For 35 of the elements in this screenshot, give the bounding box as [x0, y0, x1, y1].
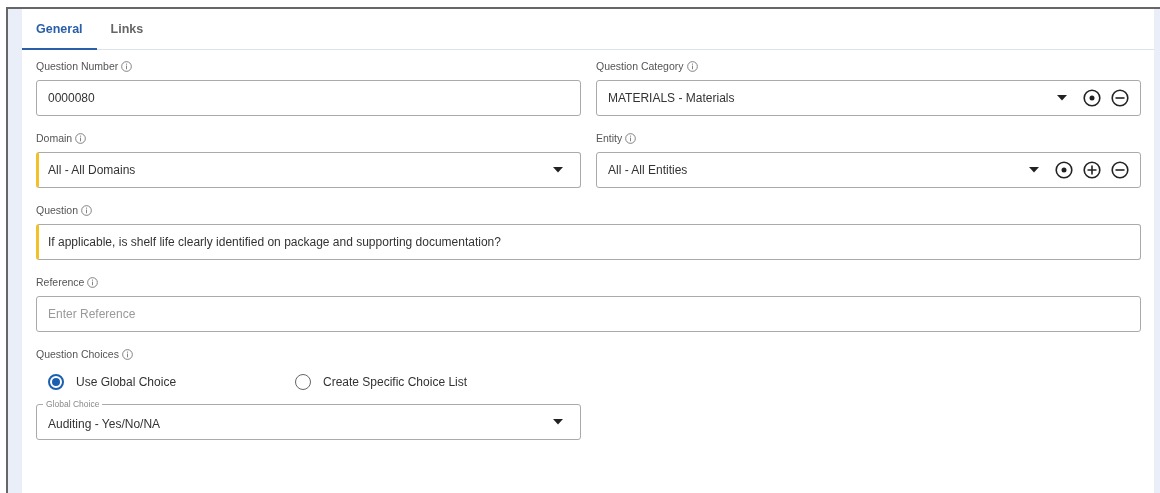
info-icon — [625, 132, 637, 144]
info-icon — [81, 204, 93, 216]
select-target-icon[interactable] — [1055, 161, 1073, 179]
field-label: Domain — [36, 132, 73, 144]
field-label: Entity — [596, 132, 623, 144]
field-label: Question Number — [36, 60, 119, 72]
remove-icon[interactable] — [1111, 89, 1129, 107]
caret-icon[interactable] — [553, 167, 563, 173]
select-field[interactable]: All - All Domains — [36, 152, 581, 188]
select-field[interactable]: MATERIALS - Materials — [596, 80, 1141, 116]
info-icon — [686, 60, 698, 72]
radio-button[interactable] — [48, 374, 64, 390]
info-icon — [87, 276, 99, 288]
field-label: Question — [36, 204, 79, 216]
text-field[interactable]: 0000080 — [36, 80, 581, 116]
text-field[interactable]: Enter Reference — [36, 296, 1141, 332]
info-icon — [121, 60, 133, 72]
remove-icon[interactable] — [1111, 161, 1129, 179]
radio-option[interactable]: Create Specific Choice List — [295, 374, 542, 390]
info-icon — [121, 348, 133, 360]
field-label: Question Choices — [36, 348, 119, 360]
caret-icon[interactable] — [1029, 167, 1039, 173]
floating-label: Global Choice — [43, 399, 103, 409]
tab[interactable]: General — [22, 9, 97, 50]
text-field[interactable]: If applicable, is shelf life clearly identified on package and supporting documentation? — [36, 224, 1141, 260]
caret-icon[interactable] — [1057, 95, 1067, 101]
tab[interactable]: Links — [96, 9, 158, 50]
add-icon[interactable] — [1083, 161, 1101, 179]
info-icon — [75, 132, 87, 144]
select-target-icon[interactable] — [1083, 89, 1101, 107]
field-label: Question Category — [596, 60, 684, 72]
field-label: Reference — [36, 276, 85, 288]
caret-icon[interactable] — [553, 419, 563, 425]
select-field[interactable]: All - All Entities — [596, 152, 1141, 188]
radio-option[interactable]: Use Global Choice — [48, 374, 295, 390]
